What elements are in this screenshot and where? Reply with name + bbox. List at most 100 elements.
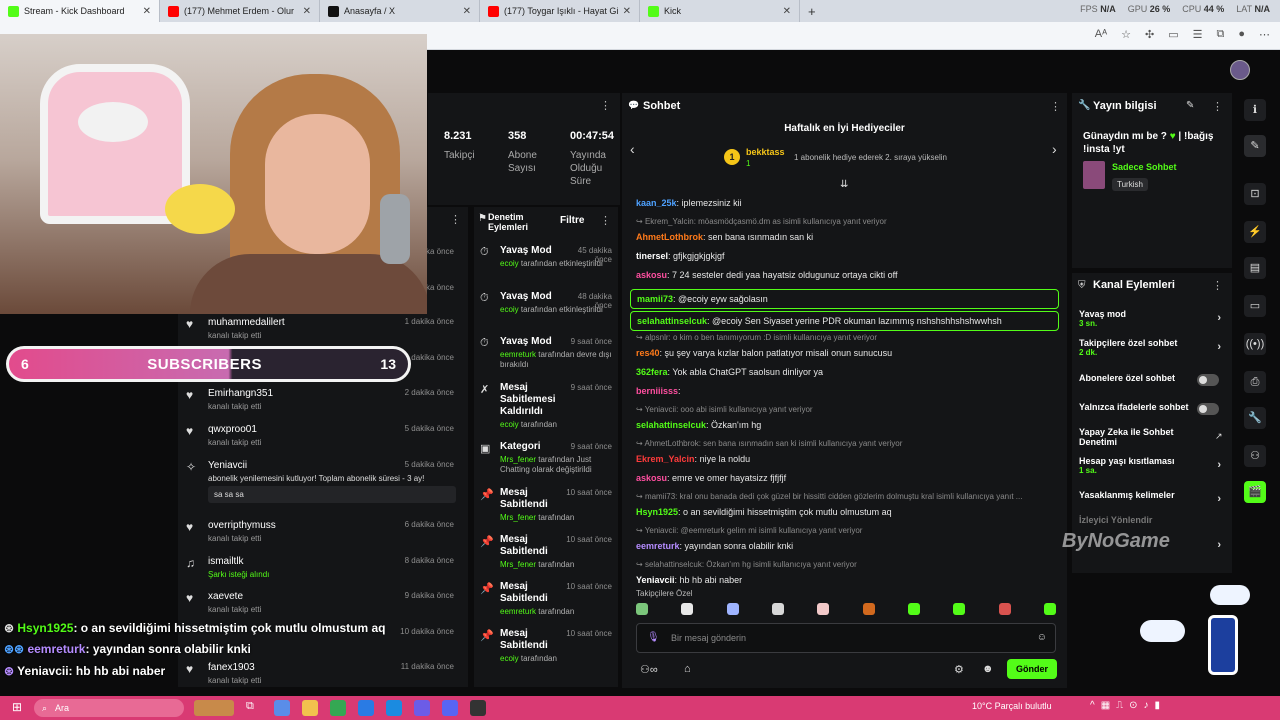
chevron-left-icon[interactable]: ‹ <box>630 141 635 157</box>
more-icon[interactable]: ⋮ <box>600 214 611 227</box>
new-tab-button[interactable]: + <box>800 4 824 19</box>
category-name[interactable]: Sadece Sohbet <box>1112 162 1177 172</box>
tab-youtube-1[interactable]: (177) Mehmet Erdem - Olur ✕ <box>160 0 320 22</box>
edit-icon[interactable]: ✎ <box>1186 100 1194 111</box>
community-icon[interactable]: ⚇∞ <box>640 663 658 676</box>
emote-icon[interactable] <box>636 603 648 615</box>
profile-icon[interactable]: ● <box>1238 28 1245 41</box>
emote-icon[interactable] <box>771 603 784 615</box>
chat-username[interactable]: eemreturk <box>636 541 680 551</box>
host-setting[interactable]: İzleyici Yönlendir › <box>1079 515 1227 551</box>
chrome-icon[interactable] <box>330 700 346 716</box>
settings-icon[interactable]: ⚙ <box>954 663 964 676</box>
notes-icon[interactable]: ▤ <box>1244 257 1266 279</box>
chat-username[interactable]: Yeniavcii <box>636 575 675 585</box>
emote-icon[interactable] <box>862 603 875 615</box>
external-link-icon[interactable]: ↗ <box>1215 431 1223 442</box>
scroll-down-icon[interactable]: ⇊ <box>840 179 848 190</box>
filter-button[interactable]: Filtre <box>560 215 584 226</box>
printer-icon[interactable]: ⎙ <box>1244 371 1266 393</box>
chat-icon[interactable]: ▭ <box>1244 295 1266 317</box>
emote-icon[interactable] <box>907 603 920 615</box>
emote-icon[interactable] <box>953 603 966 615</box>
close-icon[interactable]: ✕ <box>463 6 471 17</box>
community-icon[interactable]: ⚇ <box>1244 445 1266 467</box>
system-tray[interactable]: ^▦⎍⊙♪▮ <box>1090 700 1166 711</box>
chat-username[interactable]: kaan_25k <box>636 198 677 208</box>
ai-moderation-setting[interactable]: Yapay Zeka ile Sohbet Denetimi <box>1079 427 1199 447</box>
taskbar-search[interactable]: ⌕ Ara <box>34 699 184 717</box>
split-screen-icon[interactable]: ▭ <box>1168 28 1178 41</box>
chat-username[interactable]: berniiisss <box>636 386 678 396</box>
chat-username[interactable]: Ekrem_Yalcin <box>636 454 695 464</box>
more-icon[interactable]: ⋮ <box>1212 279 1223 292</box>
tab-x[interactable]: Anasayfa / X ✕ <box>320 0 480 22</box>
microphone-icon[interactable]: 🎙 <box>647 632 660 643</box>
close-icon[interactable]: ✕ <box>303 6 311 17</box>
more-icon[interactable]: ⋮ <box>1050 100 1061 113</box>
chat-username[interactable]: Hsyn1925 <box>636 507 678 517</box>
collections-icon[interactable]: ⧉ <box>1216 28 1224 41</box>
chat-username[interactable]: askosu <box>636 270 667 280</box>
tab-youtube-2[interactable]: (177) Toygar Işıklı - Hayat Gibi (Ol ✕ <box>480 0 640 22</box>
discord-icon[interactable] <box>442 700 458 716</box>
app-icon[interactable] <box>414 700 430 716</box>
close-icon[interactable]: ✕ <box>783 6 791 17</box>
store-icon[interactable]: ⌂ <box>684 663 691 675</box>
wrench-icon[interactable]: 🔧 <box>1244 407 1266 429</box>
store-icon[interactable] <box>358 700 374 716</box>
emote-menu-icon[interactable]: ☻ <box>982 663 994 675</box>
chat-username[interactable]: tinersel <box>636 251 668 261</box>
send-button[interactable]: Gönder <box>1007 659 1057 679</box>
toggle-switch[interactable] <box>1197 374 1219 386</box>
screenshot-icon[interactable]: ⊡ <box>1244 183 1266 205</box>
edit-icon[interactable]: ✎ <box>1244 135 1266 157</box>
favorite-star-icon[interactable]: ☆ <box>1121 28 1131 41</box>
close-icon[interactable]: ✕ <box>623 6 631 17</box>
emotes-only-setting[interactable]: Yalnızca ifadelerle sohbet <box>1079 402 1227 415</box>
menu-icon[interactable]: ⋯ <box>1259 28 1270 41</box>
obs-icon[interactable] <box>470 700 486 716</box>
slow-mode-setting[interactable]: Yavaş mod 3 sn. › <box>1079 309 1227 328</box>
banned-words-setting[interactable]: Yasaklanmış kelimeler › <box>1079 490 1227 505</box>
info-icon[interactable]: ℹ <box>1244 99 1266 121</box>
followers-only-setting[interactable]: Takipçilere özel sohbet 2 dk. › <box>1079 338 1227 357</box>
emote-icon[interactable] <box>1043 603 1056 615</box>
emote-icon[interactable] <box>726 603 739 615</box>
chat-username[interactable]: res40 <box>636 348 660 358</box>
message-input[interactable]: 🎙 Bir mesaj gönderin ☺ <box>636 623 1056 653</box>
user-avatar[interactable] <box>1230 60 1250 80</box>
chat-username[interactable]: 362fera <box>636 367 668 377</box>
toggle-switch[interactable] <box>1197 403 1219 415</box>
broadcast-icon[interactable]: ((•)) <box>1244 333 1266 355</box>
chevron-right-icon[interactable]: › <box>1052 141 1057 157</box>
task-view-icon[interactable]: ⧉ <box>246 700 262 716</box>
chat-username[interactable]: mamii73 <box>637 294 673 304</box>
emote-icon[interactable] <box>681 603 694 615</box>
read-aloud-icon[interactable]: Aᴬ <box>1095 28 1107 41</box>
favorites-icon[interactable]: ☰ <box>1193 28 1203 41</box>
emote-icon[interactable] <box>817 603 830 615</box>
more-icon[interactable]: ⋮ <box>600 99 611 112</box>
close-icon[interactable]: ✕ <box>143 6 151 17</box>
tab-kick[interactable]: Kick ✕ <box>640 0 800 22</box>
flash-icon[interactable]: ⚡ <box>1244 221 1266 243</box>
emote-icon[interactable] <box>998 603 1011 615</box>
file-explorer-icon[interactable] <box>302 700 318 716</box>
account-age-setting[interactable]: Hesap yaşı kısıtlaması 1 sa. › <box>1079 456 1227 475</box>
tab-kick-dashboard[interactable]: Stream - Kick Dashboard ✕ <box>0 0 160 22</box>
clapper-icon[interactable]: 🎬 <box>1244 481 1266 503</box>
emoji-icon[interactable]: ☺ <box>1037 632 1047 643</box>
chat-username[interactable]: selahattinselcuk <box>637 316 707 326</box>
chat-username[interactable]: AhmetLothbrok <box>636 232 703 242</box>
edge-icon[interactable] <box>386 700 402 716</box>
more-icon[interactable]: ⋮ <box>1212 100 1223 113</box>
chat-username[interactable]: askosu <box>636 473 667 483</box>
weather-widget[interactable]: 10°C Parçalı bulutlu <box>972 701 1052 711</box>
extensions-icon[interactable]: ✣ <box>1145 28 1154 41</box>
chat-username[interactable]: selahattinselcuk <box>636 420 706 430</box>
subscribers-only-setting[interactable]: Abonelere özel sohbet <box>1079 373 1227 386</box>
windows-start-icon[interactable]: ⊞ <box>12 700 22 714</box>
more-icon[interactable]: ⋮ <box>450 213 461 226</box>
copilot-icon[interactable] <box>274 700 290 716</box>
